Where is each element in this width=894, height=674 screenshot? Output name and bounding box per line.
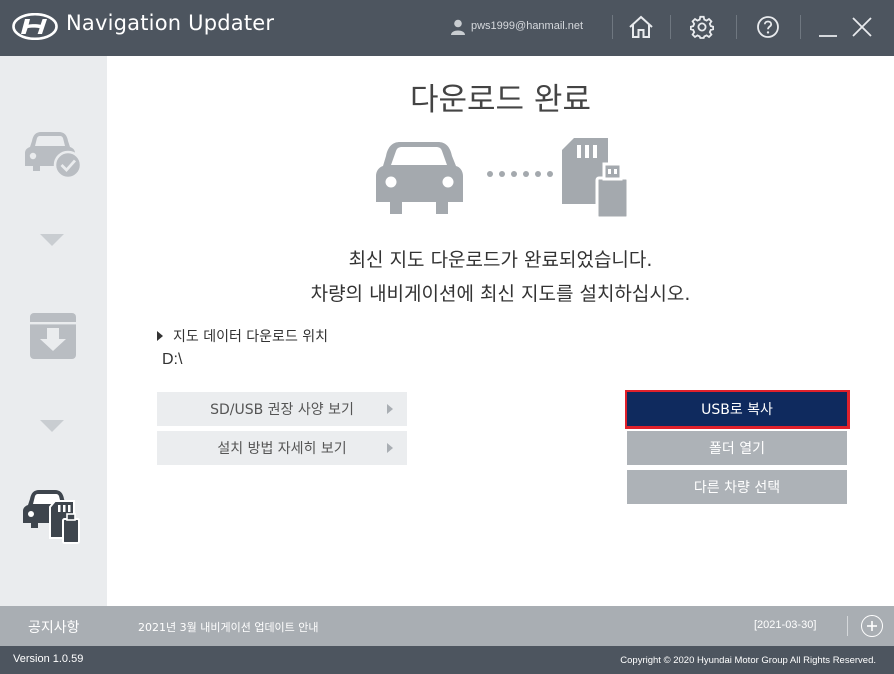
car-check-icon	[25, 132, 83, 179]
user-email: pws1999@hanmail.net	[471, 20, 584, 32]
plus-icon	[867, 621, 877, 631]
copy-to-usb-button[interactable]: USB로 복사	[627, 392, 847, 426]
divider	[736, 15, 737, 39]
completion-message-line2: 차량의 내비게이션에 최신 지도를 설치하십시오.	[310, 283, 691, 305]
divider	[670, 15, 671, 39]
title-bar: Navigation Updater pws1999@hanmail.net	[0, 0, 894, 56]
download-box-icon	[30, 313, 76, 359]
car-icon	[376, 142, 463, 214]
select-other-vehicle-button[interactable]: 다른 차량 선택	[627, 470, 847, 504]
page-title: 다운로드 완료	[410, 82, 591, 118]
view-install-guide-button[interactable]: 설치 방법 자세히 보기	[157, 431, 407, 465]
footer: Version 1.0.59 Copyright © 2020 Hyundai …	[0, 646, 894, 674]
open-folder-button[interactable]: 폴더 열기	[627, 431, 847, 465]
progress-dots-icon	[487, 171, 553, 177]
step-car-sd	[18, 486, 88, 546]
notice-link[interactable]: 2021년 3월 내비게이션 업데이트 안내	[138, 619, 319, 635]
chevron-right-icon	[387, 443, 393, 453]
divider	[612, 15, 613, 39]
download-location-text: 지도 데이터 다운로드 위치	[173, 329, 329, 345]
user-icon	[451, 19, 465, 35]
app-title: Navigation Updater	[66, 11, 275, 35]
help-button[interactable]	[753, 12, 783, 42]
notice-bar: 공지사항 2021년 3월 내비게이션 업데이트 안내 [2021-03-30]	[0, 606, 894, 646]
step-arrow-icon	[40, 420, 64, 432]
view-sd-usb-spec-button[interactable]: SD/USB 권장 사양 보기	[157, 392, 407, 426]
view-sd-usb-spec-label: SD/USB 권장 사양 보기	[210, 402, 354, 418]
step-download	[18, 306, 88, 366]
divider	[847, 616, 848, 636]
download-location-label: 지도 데이터 다운로드 위치	[157, 326, 328, 346]
step-sidebar	[0, 56, 107, 606]
divider	[800, 15, 801, 39]
bullet-triangle-icon	[157, 331, 163, 341]
completion-message-line1: 최신 지도 다운로드가 완료되었습니다.	[348, 249, 653, 271]
minimize-icon	[819, 35, 837, 37]
car-to-sd-illustration	[376, 138, 630, 220]
copyright-text: Copyright © 2020 Hyundai Motor Group All…	[620, 655, 876, 666]
close-button[interactable]	[847, 12, 877, 42]
settings-button[interactable]	[687, 12, 717, 42]
step-car-check	[18, 124, 88, 184]
chevron-right-icon	[387, 404, 393, 414]
download-location-path: D:\	[162, 351, 183, 368]
version-text: Version 1.0.59	[13, 653, 84, 665]
close-icon	[852, 17, 872, 37]
help-icon	[757, 16, 779, 38]
hyundai-logo-icon	[12, 13, 58, 40]
sd-usb-icon	[562, 138, 630, 220]
home-button[interactable]	[626, 12, 656, 42]
gear-icon	[690, 15, 714, 39]
step-arrow-icon	[40, 234, 64, 246]
home-icon	[629, 15, 653, 38]
more-notices-button[interactable]	[861, 615, 883, 637]
view-install-guide-label: 설치 방법 자세히 보기	[217, 441, 347, 457]
minimize-button[interactable]	[813, 12, 843, 42]
car-sd-card-icon	[23, 490, 80, 544]
notice-label: 공지사항	[28, 620, 80, 636]
notice-date: [2021-03-30]	[754, 619, 817, 631]
